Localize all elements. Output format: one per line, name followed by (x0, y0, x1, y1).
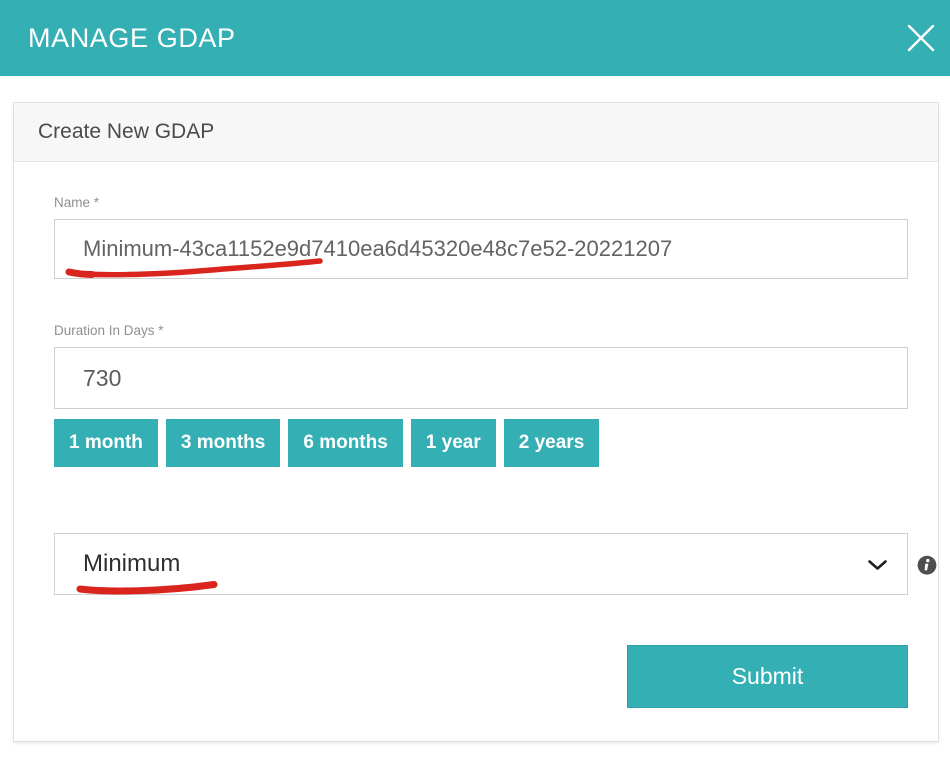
preset-3-months-button[interactable]: 3 months (166, 419, 280, 467)
duration-label: Duration In Days * (54, 323, 908, 338)
preset-2-years-button[interactable]: 2 years (504, 419, 600, 467)
permission-dropdown-row: Minimum (54, 533, 908, 595)
close-icon (901, 18, 941, 61)
panel-body: Name * Duration In Days * 1 month 3 mont… (14, 162, 938, 708)
duration-input[interactable] (54, 347, 908, 409)
modal-header: MANAGE GDAP (0, 0, 950, 76)
duration-presets: 1 month 3 months 6 months 1 year 2 years (54, 419, 908, 467)
duration-input-wrap (54, 347, 908, 409)
preset-1-year-button[interactable]: 1 year (411, 419, 496, 467)
panel-heading: Create New GDAP (14, 103, 938, 162)
modal-title: MANAGE GDAP (28, 23, 236, 54)
preset-6-months-button[interactable]: 6 months (288, 419, 402, 467)
submit-button[interactable]: Submit (627, 645, 908, 708)
close-button[interactable] (898, 16, 944, 62)
chevron-down-icon (868, 550, 887, 578)
red-underline-annotation (74, 580, 224, 595)
name-input[interactable] (54, 219, 908, 279)
permission-dropdown-value: Minimum (83, 550, 180, 578)
name-input-wrap (54, 219, 908, 279)
name-field-group: Name * (54, 195, 908, 279)
info-icon[interactable] (917, 555, 937, 575)
create-gdap-panel: Create New GDAP Name * Duration In Days … (13, 102, 939, 742)
preset-1-month-button[interactable]: 1 month (54, 419, 158, 467)
permission-dropdown[interactable]: Minimum (54, 533, 908, 595)
name-label: Name * (54, 195, 908, 210)
duration-field-group: Duration In Days * (54, 323, 908, 409)
submit-row: Submit (54, 645, 908, 708)
